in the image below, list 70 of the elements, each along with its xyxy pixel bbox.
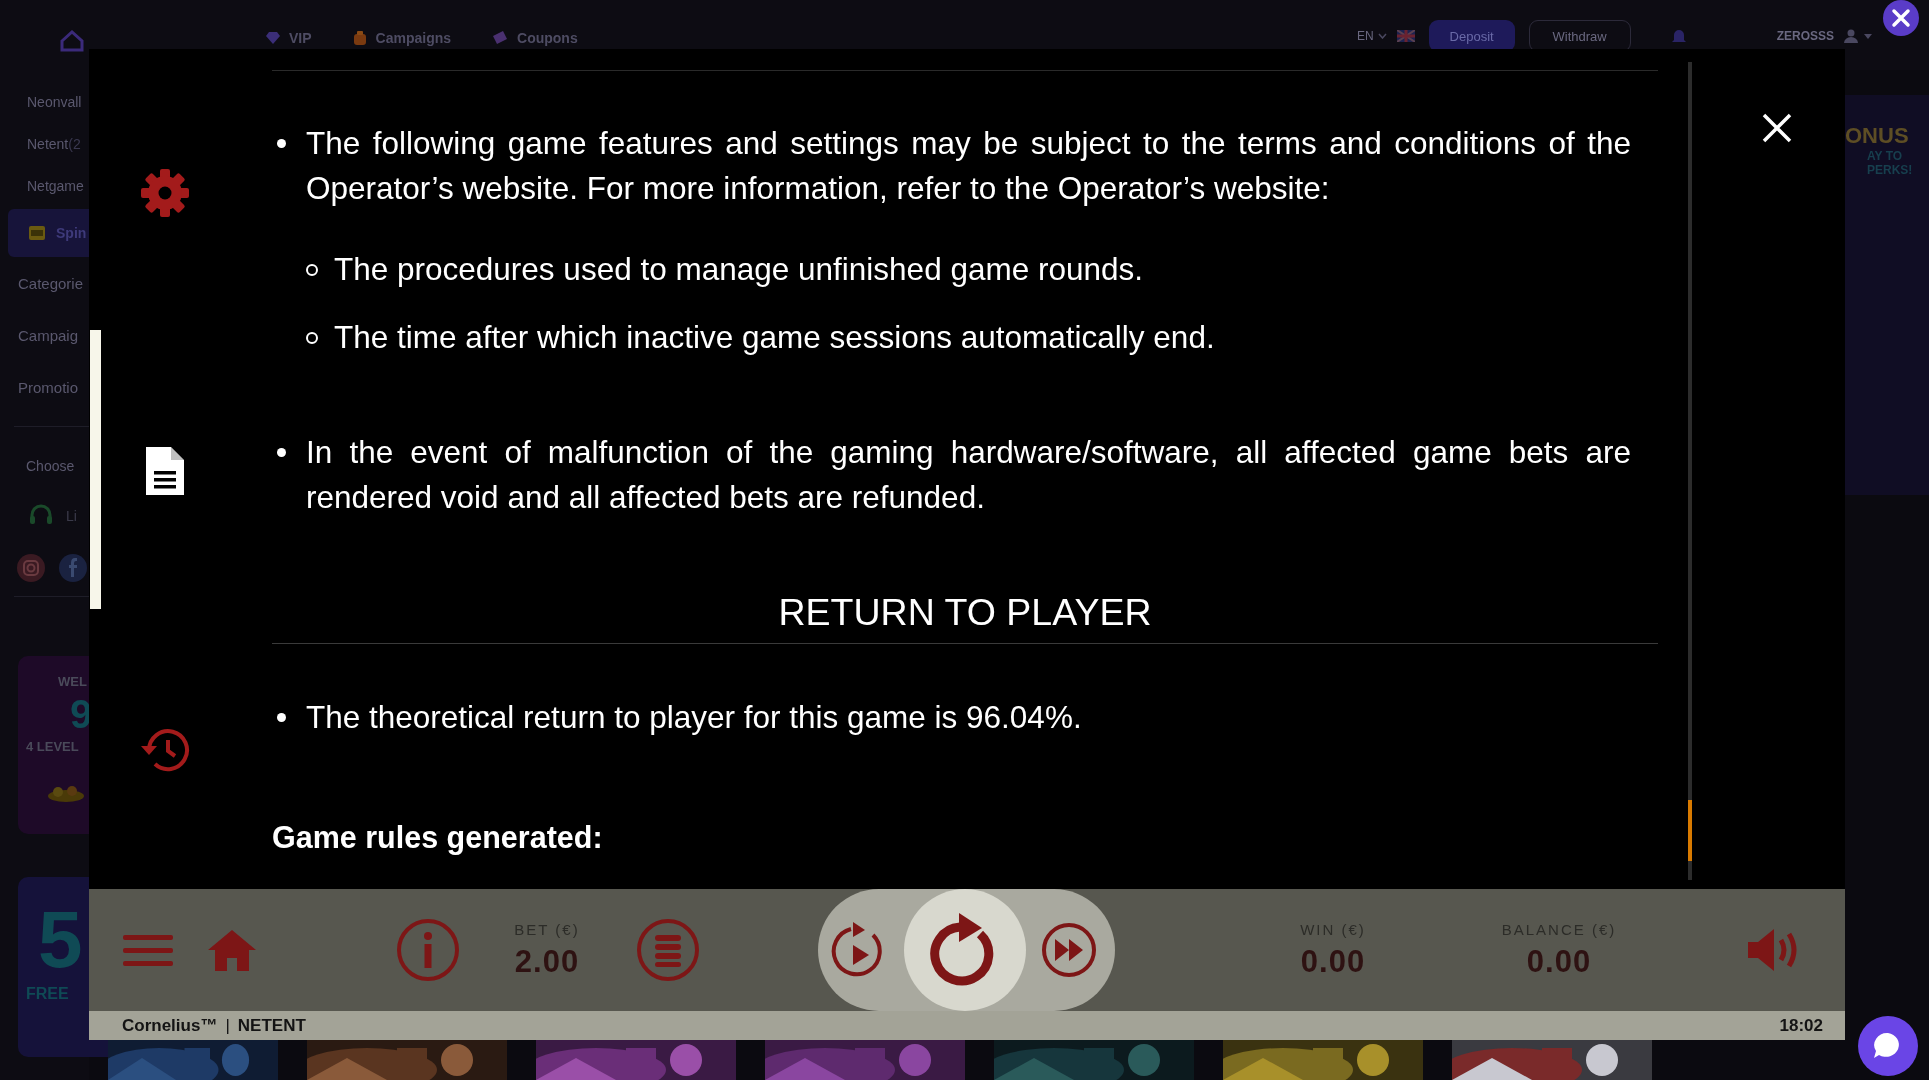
- close-icon[interactable]: [1883, 0, 1919, 36]
- coin-stack-icon[interactable]: [636, 918, 700, 982]
- rule-text: The following game features and settings may be subject to the terms and conditions of the Operator’s website. For more information, refer to the Operator’s website:: [306, 124, 1631, 208]
- flag-icon: [1396, 30, 1415, 42]
- game-title: Cornelius™: [122, 1015, 218, 1036]
- logo-icon[interactable]: [60, 30, 84, 52]
- facebook-icon[interactable]: [58, 553, 88, 583]
- separator: |: [225, 1015, 230, 1036]
- win-value: 0.00: [1300, 943, 1366, 980]
- sidebar-item[interactable]: Netent(2: [0, 123, 89, 165]
- sidebar-item[interactable]: Campaig: [0, 309, 89, 361]
- sidebar-item[interactable]: Netgame: [0, 165, 89, 207]
- balance-value: 0.00: [1526, 943, 1592, 980]
- nav-link[interactable]: Campaigns: [375, 30, 452, 46]
- bullet-icon: [306, 264, 318, 276]
- slot-machine-icon: [28, 224, 48, 242]
- sidebar-label: Categorie: [18, 274, 84, 292]
- featured-menu-item[interactable]: Spin: [8, 209, 89, 257]
- bag-icon: [351, 30, 368, 46]
- bet-value: 2.00: [514, 943, 580, 980]
- close-icon[interactable]: [1761, 112, 1793, 144]
- fast-forward-icon[interactable]: [1041, 922, 1097, 978]
- gear-icon[interactable]: [140, 168, 190, 218]
- nav-link[interactable]: VIP: [289, 30, 312, 46]
- scrollbar[interactable]: [1688, 62, 1692, 880]
- rule-text: The theoretical return to player for this game is 96.04%.: [306, 698, 1083, 737]
- sidebar-item[interactable]: Neonvall: [0, 81, 89, 123]
- promo-label: 4 LEVEL: [26, 739, 79, 754]
- promo-label: WEL: [58, 674, 87, 689]
- user-icon: [1844, 29, 1858, 43]
- sidebar-label: Spin: [56, 225, 87, 241]
- rule-text: The time after which inactive game sessions automatically end.: [334, 318, 1215, 357]
- provider-name: NETENT: [237, 1015, 306, 1036]
- sidebar-label: Campaig: [18, 326, 79, 344]
- rules-footer-text: Game rules generated:: [272, 819, 604, 857]
- promo-label: FREE: [26, 985, 69, 1003]
- language-choice[interactable]: Choose: [26, 441, 89, 491]
- sidebar-label: Neonvall: [27, 94, 82, 110]
- bullet-icon: [277, 713, 286, 722]
- banner-title: ONUS: [1845, 123, 1910, 149]
- section-heading: RETURN TO PLAYER: [272, 590, 1658, 644]
- username[interactable]: ZEROSSS: [1776, 29, 1834, 43]
- chevron-icon: [1377, 33, 1387, 39]
- promo-number: 5: [38, 895, 83, 985]
- bullet-icon: [306, 332, 318, 344]
- menu-icon[interactable]: [123, 933, 173, 967]
- bullet-icon: [277, 139, 286, 148]
- rule-text: In the event of malfunction of the gaming hardware/software, all affected game bets are rendered void and all affected bets are refunded.: [306, 433, 1631, 517]
- history-icon[interactable]: [140, 726, 192, 774]
- bullet-icon: [277, 448, 286, 457]
- sidebar-label: Netgame: [27, 178, 84, 194]
- document-icon[interactable]: [144, 445, 186, 497]
- nav-link[interactable]: Coupons: [517, 30, 578, 46]
- rule-text: The procedures used to manage unfinished game rounds.: [334, 250, 1144, 289]
- sidebar-label: Promotio: [18, 378, 79, 396]
- home-icon[interactable]: [207, 928, 257, 972]
- instagram-icon[interactable]: [16, 553, 46, 583]
- diamond-icon: [265, 31, 281, 45]
- info-icon[interactable]: [396, 918, 460, 982]
- treasure-icon: [46, 784, 86, 802]
- clock: 18:02: [1779, 1015, 1823, 1036]
- language-selector[interactable]: EN: [1356, 29, 1374, 43]
- sidebar-label: Netent(2: [27, 136, 81, 152]
- bell-icon[interactable]: [1670, 27, 1687, 45]
- ticket-icon: [491, 30, 510, 46]
- deposit-button[interactable]: Deposit: [1428, 20, 1515, 52]
- chat-icon[interactable]: [1858, 1016, 1918, 1076]
- caret-icon: [1864, 33, 1872, 39]
- sidebar-item[interactable]: Promotio: [0, 361, 89, 413]
- sidebar-item[interactable]: Categorie: [0, 257, 89, 309]
